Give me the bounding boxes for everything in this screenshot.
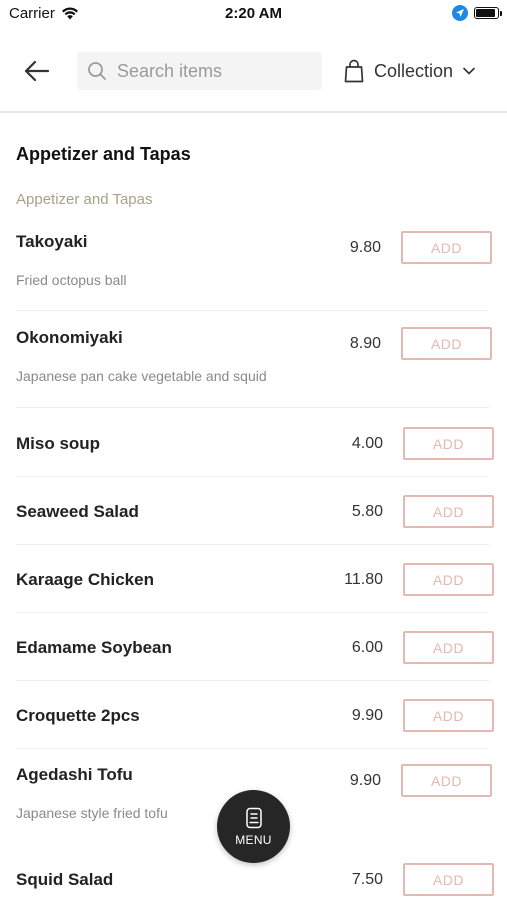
menu-item: Okonomiyaki Japanese pan cake vegetable … <box>16 326 492 408</box>
search-bar[interactable] <box>77 52 322 90</box>
menu-item: Squid Salad 7.50 ADD <box>16 862 494 898</box>
add-button[interactable]: ADD <box>403 563 494 596</box>
add-button[interactable]: ADD <box>403 699 494 732</box>
menu-item: Takoyaki Fried octopus ball 9.80 ADD <box>16 230 492 312</box>
top-bar: Collection <box>0 38 507 110</box>
category-label: Appetizer and Tapas <box>16 191 153 208</box>
item-name: Miso soup <box>16 434 101 453</box>
item-name: Edamame Soybean <box>16 638 172 657</box>
item-price: 7.50 <box>351 871 383 888</box>
item-price: 5.80 <box>351 503 383 520</box>
item-divider <box>16 407 489 408</box>
menu-button[interactable]: MENU <box>217 790 290 863</box>
add-button[interactable]: ADD <box>403 863 494 896</box>
chevron-down-icon <box>463 67 475 75</box>
add-button[interactable]: ADD <box>403 631 494 664</box>
item-name: Squid Salad <box>16 870 114 889</box>
item-divider <box>16 544 489 545</box>
section-title: Appetizer and Tapas <box>16 144 191 164</box>
status-right <box>452 5 502 21</box>
item-divider <box>16 476 489 477</box>
item-description: Fried octopus ball <box>16 272 127 288</box>
item-divider <box>16 612 489 613</box>
item-price: 11.80 <box>344 571 383 588</box>
add-button[interactable]: ADD <box>401 231 492 264</box>
item-name: Karaage Chicken <box>16 570 154 589</box>
item-name: Takoyaki <box>16 232 88 251</box>
menu-book-icon <box>245 807 262 828</box>
item-price: 8.90 <box>349 335 381 352</box>
item-name: Seaweed Salad <box>16 502 139 521</box>
item-price: 6.00 <box>351 639 383 656</box>
header-divider <box>0 111 507 113</box>
item-name: Okonomiyaki <box>16 328 123 347</box>
back-arrow-icon <box>24 60 50 82</box>
location-icon <box>452 5 468 21</box>
collection-label: Collection <box>374 60 454 81</box>
add-button[interactable]: ADD <box>401 327 492 360</box>
item-description: Japanese pan cake vegetable and squid <box>16 368 267 384</box>
item-divider <box>16 310 489 311</box>
item-name: Agedashi Tofu <box>16 765 133 784</box>
shopping-bag-icon <box>344 59 364 83</box>
item-price: 9.80 <box>349 239 381 256</box>
item-divider <box>16 748 489 749</box>
menu-item: Seaweed Salad 5.80 ADD <box>16 494 494 545</box>
item-description: Japanese style fried tofu <box>16 805 168 821</box>
add-button[interactable]: ADD <box>403 495 494 528</box>
search-icon <box>88 62 106 80</box>
item-price: 4.00 <box>351 435 383 452</box>
battery-icon <box>474 7 502 19</box>
menu-label: MENU <box>235 832 272 847</box>
menu-item: Croquette 2pcs 9.90 ADD <box>16 698 494 749</box>
item-price: 9.90 <box>351 707 383 724</box>
search-input[interactable] <box>115 59 309 83</box>
item-price: 9.90 <box>349 772 381 789</box>
status-bar: Carrier 2:20 AM <box>0 0 507 28</box>
back-button[interactable] <box>22 56 52 86</box>
menu-item: Karaage Chicken 11.80 ADD <box>16 562 494 613</box>
status-time: 2:20 AM <box>225 5 282 22</box>
add-button[interactable]: ADD <box>403 427 494 460</box>
item-divider <box>16 680 489 681</box>
collection-dropdown[interactable]: Collection <box>344 56 475 86</box>
menu-item: Miso soup 4.00 ADD <box>16 426 494 477</box>
add-button[interactable]: ADD <box>401 764 492 797</box>
menu-item: Edamame Soybean 6.00 ADD <box>16 630 494 681</box>
item-name: Croquette 2pcs <box>16 706 140 725</box>
